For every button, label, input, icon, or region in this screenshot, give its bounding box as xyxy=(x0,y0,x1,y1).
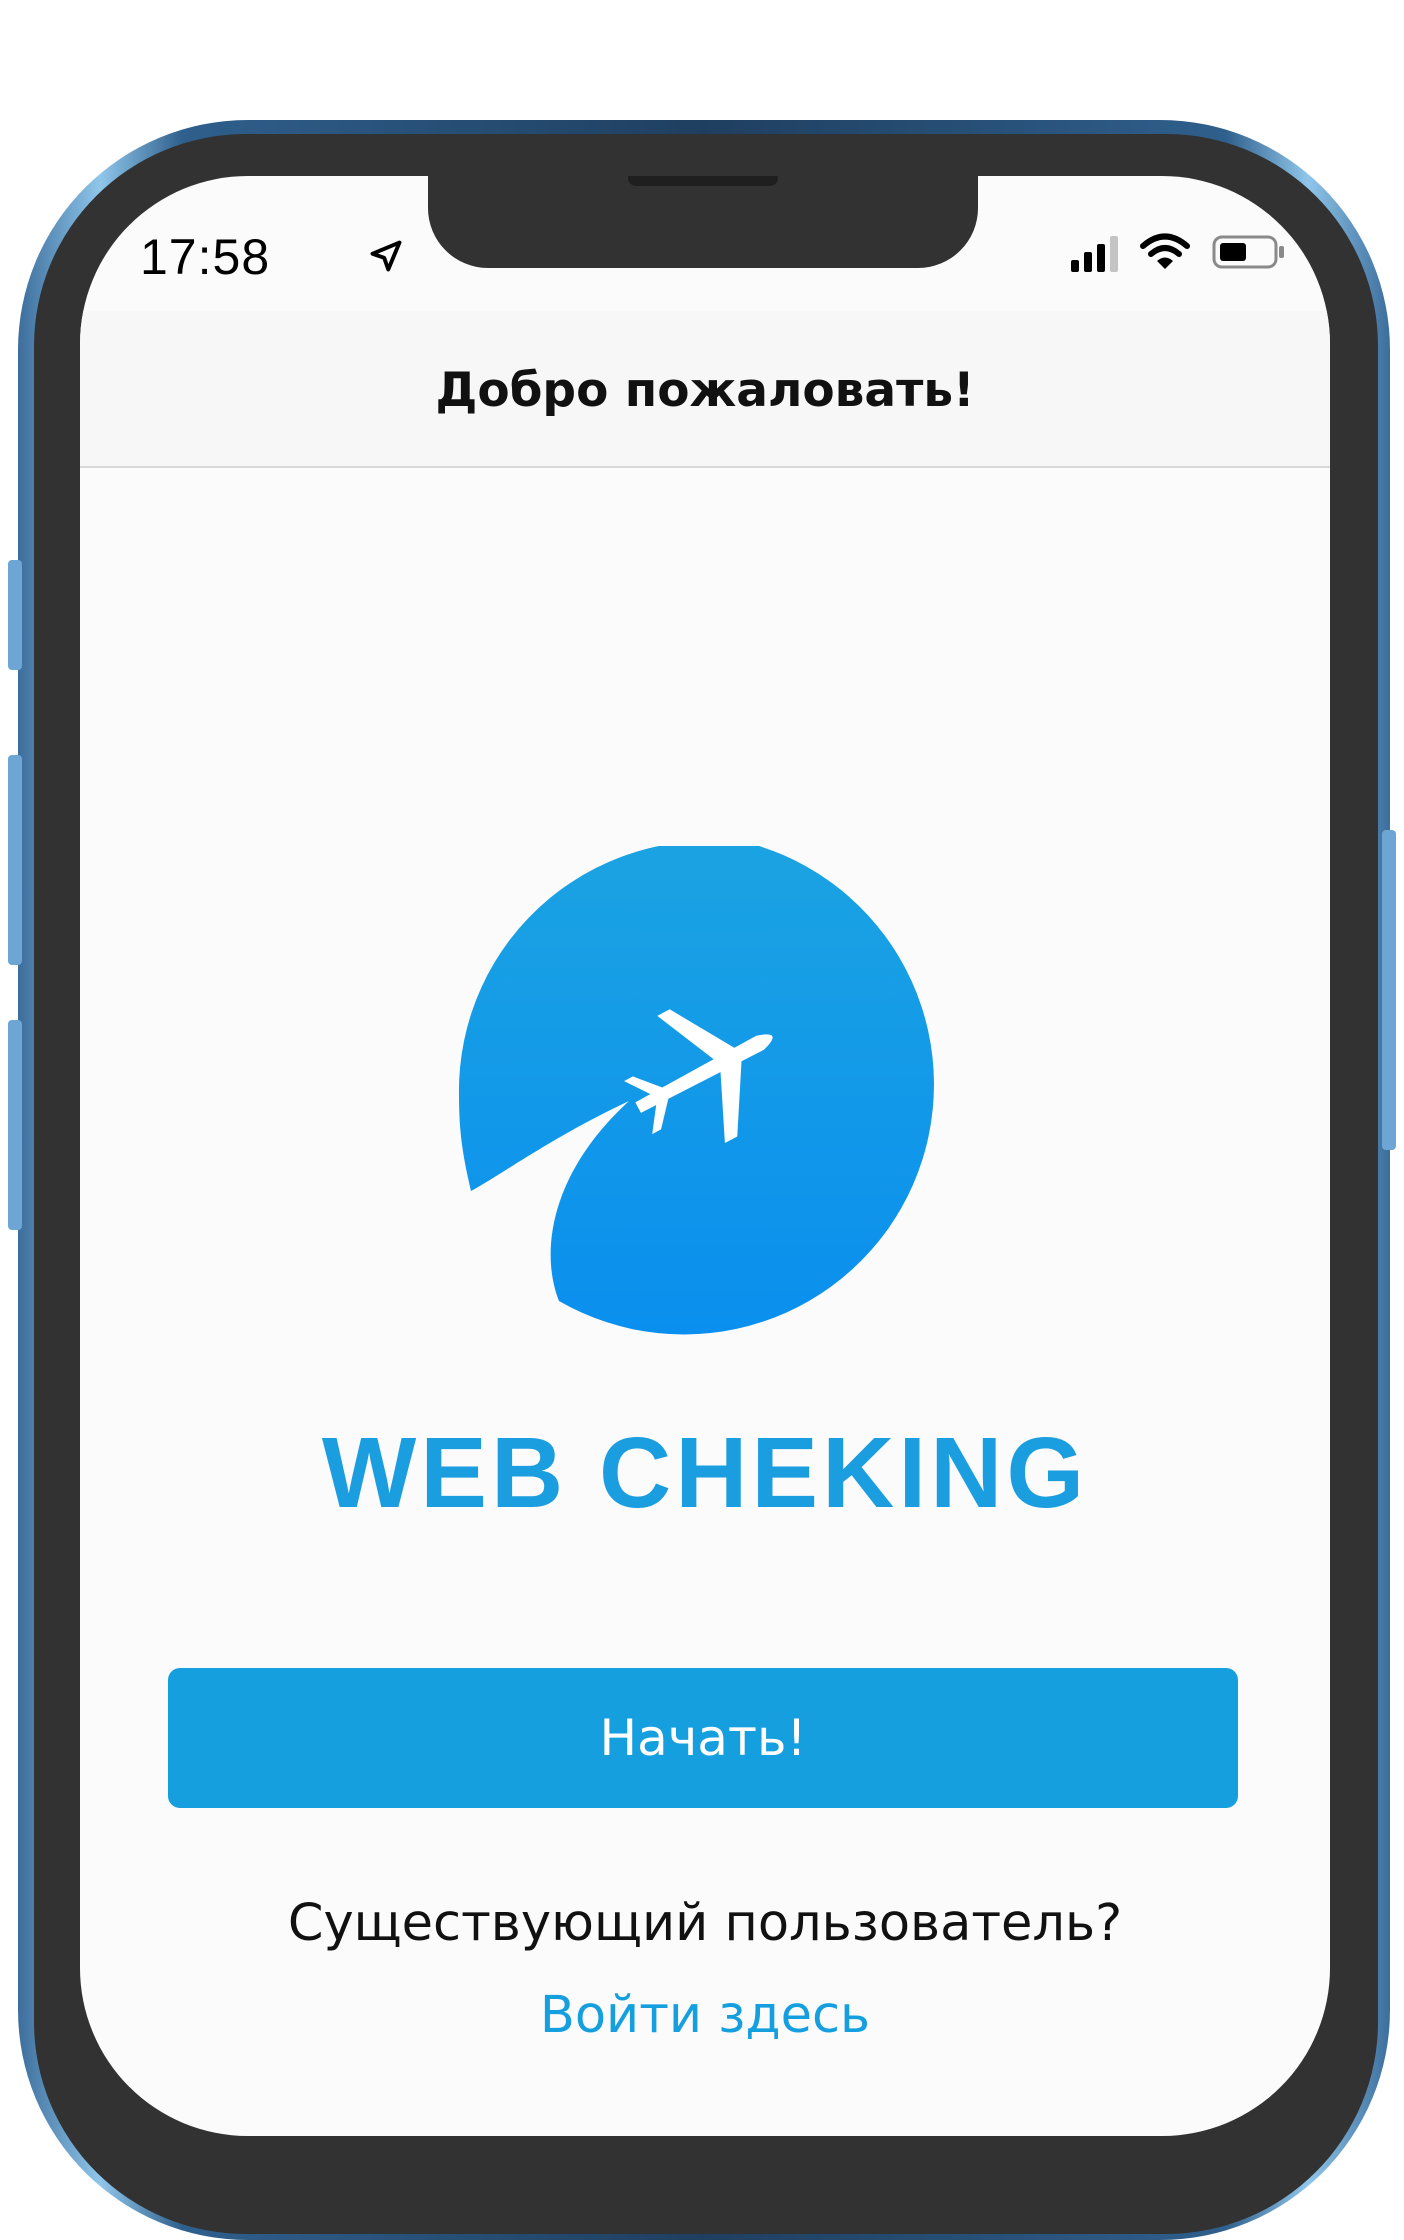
page-title: Добро пожаловать! xyxy=(435,363,975,418)
location-arrow-icon xyxy=(370,240,402,272)
phone-side-button-mute xyxy=(8,560,22,670)
existing-user-text: Существующий пользователь? xyxy=(287,1894,1123,1953)
phone-side-button-power xyxy=(1382,830,1396,1150)
phone-side-button-volume-up xyxy=(8,755,22,965)
wifi-icon xyxy=(1140,233,1190,269)
brand-name: WEB CHEKING xyxy=(321,1417,1089,1529)
start-button[interactable]: Начать! xyxy=(168,1668,1238,1808)
battery-icon xyxy=(1212,235,1284,269)
status-icons xyxy=(1071,232,1286,272)
phone-notch xyxy=(428,176,978,268)
phone-screen: 17:58 Добро пожаловать! WEB CHEKING Нача… xyxy=(80,176,1330,2136)
status-time: 17:58 xyxy=(140,229,271,285)
cellular-signal-icon xyxy=(1071,232,1118,272)
login-link[interactable]: Войти здесь xyxy=(80,1986,1330,2045)
phone-side-button-volume-down xyxy=(8,1020,22,1230)
airplane-logo-icon xyxy=(458,846,934,1335)
navigation-header: Добро пожаловать! xyxy=(80,311,1330,468)
